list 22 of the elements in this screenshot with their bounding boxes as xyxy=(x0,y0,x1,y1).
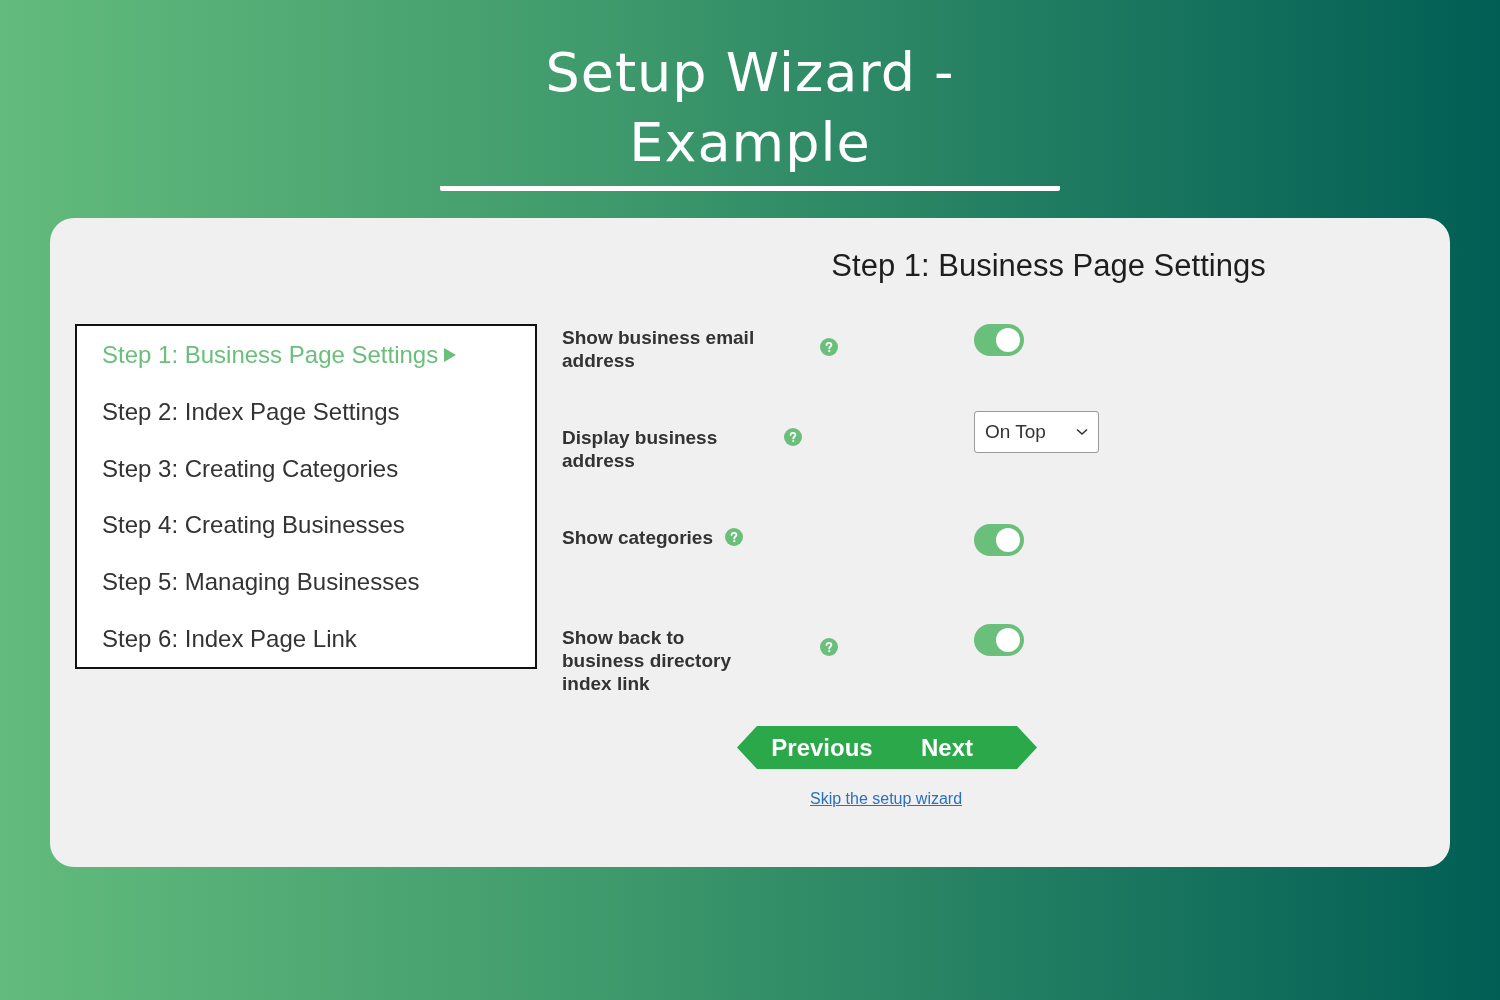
setting-label: Show categories xyxy=(562,526,713,549)
page-title: Setup Wizard - Example xyxy=(440,38,1060,191)
setting-label: Show business email address xyxy=(562,326,756,372)
chevron-down-icon xyxy=(1076,428,1088,436)
toggle-switch[interactable] xyxy=(974,624,1024,656)
step-item[interactable]: Step 6: Index Page Link xyxy=(102,610,357,667)
help-icon[interactable] xyxy=(784,428,802,446)
toggle-switch[interactable] xyxy=(974,324,1024,356)
step-item[interactable]: Step 3: Creating Categories xyxy=(102,440,399,497)
help-icon[interactable] xyxy=(725,528,743,546)
skip-link[interactable]: Skip the setup wizard xyxy=(810,790,963,807)
dropdown[interactable]: On Top xyxy=(974,411,1099,453)
step-item[interactable]: Step 5: Managing Businesses xyxy=(102,553,420,611)
step-item[interactable]: Step 4: Creating Businesses xyxy=(102,496,405,554)
step-item[interactable]: Step 2: Index Page Settings xyxy=(102,383,400,441)
triangle-icon xyxy=(444,347,457,362)
help-icon[interactable] xyxy=(820,638,838,656)
panel-title: Step 1: Business Page Settings xyxy=(830,248,1267,284)
setting-label: Show back to business directory index link xyxy=(562,626,732,695)
toggle-switch[interactable] xyxy=(974,524,1024,556)
setting-label: Display business address xyxy=(562,426,719,472)
help-icon[interactable] xyxy=(820,338,838,356)
